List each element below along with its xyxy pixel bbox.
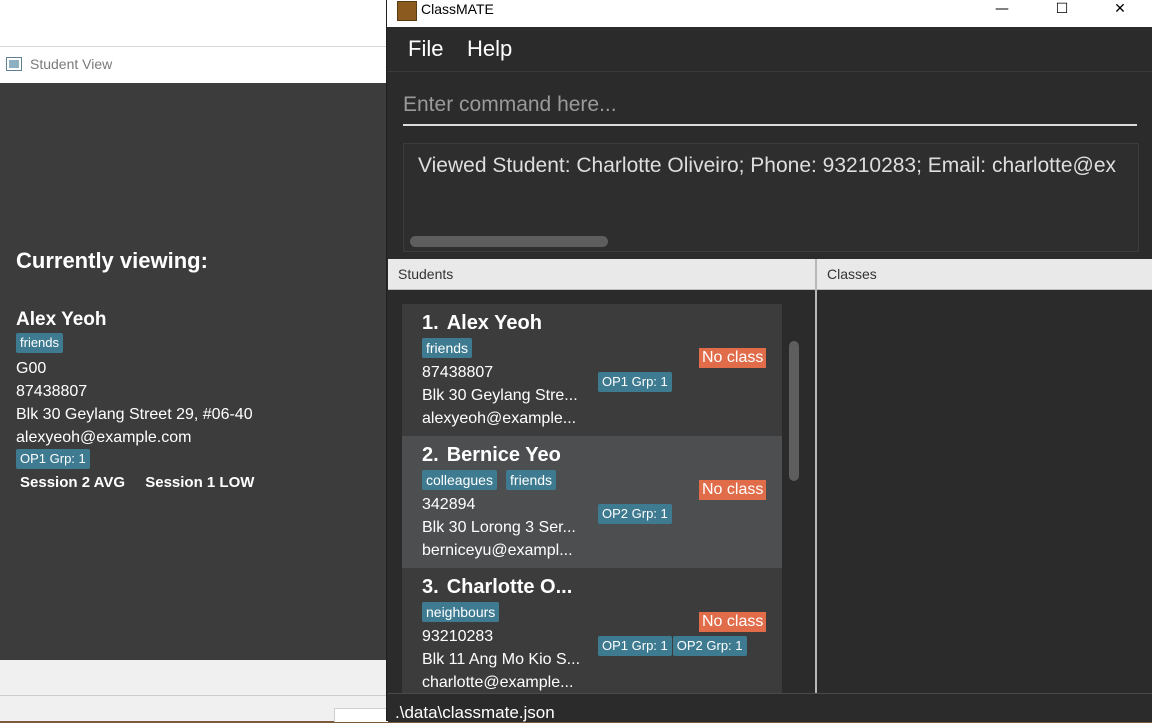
classes-list[interactable] <box>817 291 1152 693</box>
student-card-title: 1. Alex Yeoh <box>422 312 542 335</box>
student-tag: friends <box>16 333 64 353</box>
student-index: 2. <box>422 444 439 466</box>
student-address: Blk 30 Geylang Street 29, #06-40 <box>16 406 253 423</box>
student-groups: OP1 Grp: 1 OP2 Grp: 1 <box>598 635 748 656</box>
no-class-badge: No class <box>699 480 767 500</box>
student-tag: friends <box>422 338 473 358</box>
student-class-code: G00 <box>16 360 47 377</box>
session-badge: Session 2 AVG <box>20 474 126 491</box>
student-name: Alex Yeoh <box>16 309 107 330</box>
student-tag: colleagues <box>422 470 497 490</box>
student-email: alexyeoh@example.com <box>16 429 192 446</box>
classmate-app-icon <box>397 1 417 21</box>
minimize-button[interactable]: — <box>979 0 1025 18</box>
result-horizontal-scrollbar[interactable] <box>410 236 608 247</box>
student-view-body: Currently viewing: Alex Yeoh friends G00… <box>0 83 388 660</box>
student-view-window: Student View Currently viewing: Alex Yeo… <box>0 46 388 660</box>
background-window-control <box>334 708 390 722</box>
command-box <box>388 71 1152 134</box>
student-tags: neighbours <box>422 602 503 622</box>
student-group-tag: OP1 Grp: 1 <box>598 636 672 656</box>
student-card[interactable]: 2. Bernice Yeo colleagues friends 342894 … <box>402 436 782 568</box>
status-bar: .\data\classmate.json <box>388 693 1152 722</box>
student-phone: 87438807 <box>16 383 88 400</box>
no-class-badge: No class <box>699 612 767 632</box>
result-display: Viewed Student: Charlotte Oliveiro; Phon… <box>403 143 1139 252</box>
student-view-titlebar[interactable]: Student View <box>0 46 388 84</box>
menu-help[interactable]: Help <box>467 36 512 62</box>
student-index: 3. <box>422 576 439 598</box>
student-group-tag: OP1 Grp: 1 <box>16 449 90 469</box>
student-card[interactable]: 1. Alex Yeoh friends 87438807 Blk 30 Geyl… <box>402 304 782 436</box>
student-email: berniceyu@exampl... <box>422 542 573 559</box>
student-group-tag: OP1 Grp: 1 <box>598 372 672 392</box>
save-location: .\data\classmate.json <box>395 703 555 722</box>
classmate-window: ClassMATE — ☐ ✕ File Help Viewed Student… <box>386 0 1152 722</box>
student-address: Blk 11 Ang Mo Kio S... <box>422 651 581 668</box>
student-tag: friends <box>506 470 557 490</box>
student-card-title: 3. Charlotte O... <box>422 576 572 599</box>
student-phone: 93210283 <box>422 628 494 645</box>
student-name: Bernice Yeo <box>446 444 561 466</box>
student-tags: colleagues friends <box>422 470 560 490</box>
desktop-area <box>0 0 388 46</box>
window-app-icon <box>6 57 22 71</box>
student-card-title: 2. Bernice Yeo <box>422 444 561 467</box>
students-panel-header: Students <box>388 259 816 290</box>
student-email: alexyeoh@example... <box>422 410 577 427</box>
background-window-strip <box>0 660 388 721</box>
student-card[interactable]: 3. Charlotte O... neighbours 93210283 Blk… <box>402 568 782 693</box>
student-group-tag: OP2 Grp: 1 <box>598 504 672 524</box>
classes-panel-header: Classes <box>817 259 1152 290</box>
close-button[interactable]: ✕ <box>1097 0 1143 18</box>
student-sessions: Session 2 AVG Session 1 LOW <box>20 474 270 491</box>
classmate-titlebar[interactable]: ClassMATE — ☐ ✕ <box>387 0 1152 27</box>
currently-viewing-heading: Currently viewing: <box>16 248 208 273</box>
student-groups: OP1 Grp: 1 <box>598 371 673 392</box>
student-list-scrollbar[interactable] <box>789 341 799 481</box>
student-view-title: Student View <box>30 56 113 72</box>
list-panels: Students Classes 1. Alex Yeoh friends 874… <box>388 259 1152 693</box>
student-group-tag: OP2 Grp: 1 <box>672 636 747 656</box>
student-tags: friends <box>422 338 476 358</box>
student-index: 1. <box>422 312 439 334</box>
menu-file[interactable]: File <box>408 36 443 62</box>
student-phone: 342894 <box>422 496 476 513</box>
result-text: Viewed Student: Charlotte Oliveiro; Phon… <box>418 154 1117 177</box>
student-phone: 87438807 <box>422 364 494 381</box>
student-groups: OP2 Grp: 1 <box>598 503 673 524</box>
session-badge: Session 1 LOW <box>145 474 255 491</box>
student-address: Blk 30 Geylang Stre... <box>422 387 578 404</box>
divider <box>0 695 388 696</box>
command-input[interactable] <box>403 86 1137 126</box>
no-class-badge: No class <box>699 348 767 368</box>
student-name: Alex Yeoh <box>446 312 542 334</box>
student-list[interactable]: 1. Alex Yeoh friends 87438807 Blk 30 Geyl… <box>388 291 815 693</box>
student-name: Charlotte O... <box>446 576 573 598</box>
student-tag: neighbours <box>422 602 500 622</box>
maximize-button[interactable]: ☐ <box>1039 0 1085 18</box>
student-address: Blk 30 Lorong 3 Ser... <box>422 519 576 536</box>
menu-bar: File Help <box>388 27 1152 71</box>
classmate-title: ClassMATE <box>421 1 494 17</box>
student-email: charlotte@example... <box>422 674 574 691</box>
